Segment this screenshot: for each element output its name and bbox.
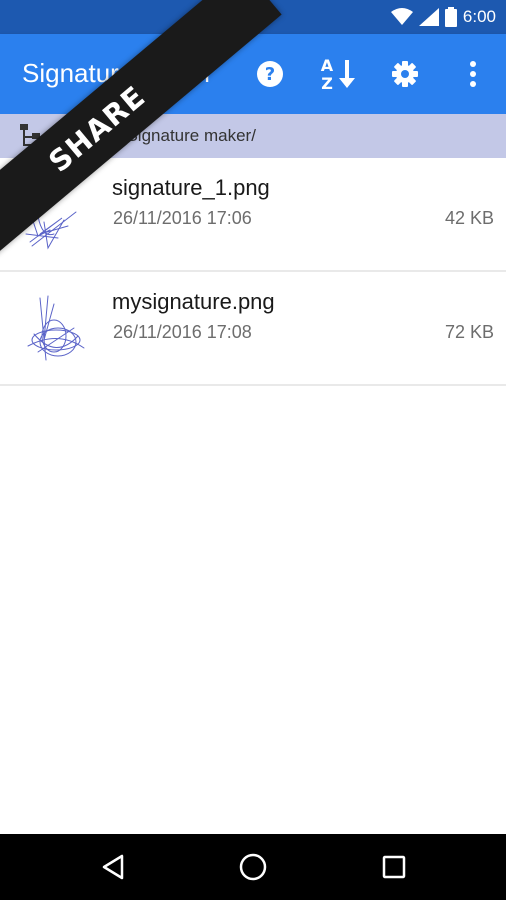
wifi-icon [390,8,413,25]
sort-letter-z: Z [321,74,333,92]
file-size: 72 KB [444,322,494,342]
file-name: mysignature.png [112,289,275,314]
help-button[interactable]: ? [252,56,288,92]
file-date: 26/11/2016 17:08 [113,322,252,342]
recents-icon [382,855,406,879]
settings-icon [392,61,418,87]
back-icon [102,854,124,880]
sort-button[interactable]: A Z [318,56,358,92]
navigation-bar [0,834,506,900]
help-glyph: ? [265,64,275,85]
home-icon [239,853,267,881]
status-time: 6:00 [462,7,496,26]
file-name: signature_1.png [112,175,270,200]
battery-icon [444,7,457,27]
overflow-menu-icon [470,61,476,87]
recents-button[interactable] [376,849,412,885]
home-button[interactable] [235,849,271,885]
cell-signal-icon [418,8,439,26]
signature-thumbnail [27,295,85,361]
file-date: 26/11/2016 17:06 [113,208,252,228]
back-button[interactable] [95,849,131,885]
overflow-menu-button[interactable] [455,56,491,92]
settings-button[interactable] [387,56,423,92]
status-icons: 6:00 [390,6,496,28]
file-size: 42 KB [444,208,494,228]
sort-az-icon: A Z [321,56,355,92]
file-list: signature_1.png 26/11/2016 17:06 42 KB m… [0,158,506,386]
help-icon: ? [257,61,283,87]
app-bar: Signature maker ? A Z [0,34,506,114]
sort-letter-a: A [321,56,334,75]
file-item[interactable]: mysignature.png 26/11/2016 17:08 72 KB [0,272,506,386]
